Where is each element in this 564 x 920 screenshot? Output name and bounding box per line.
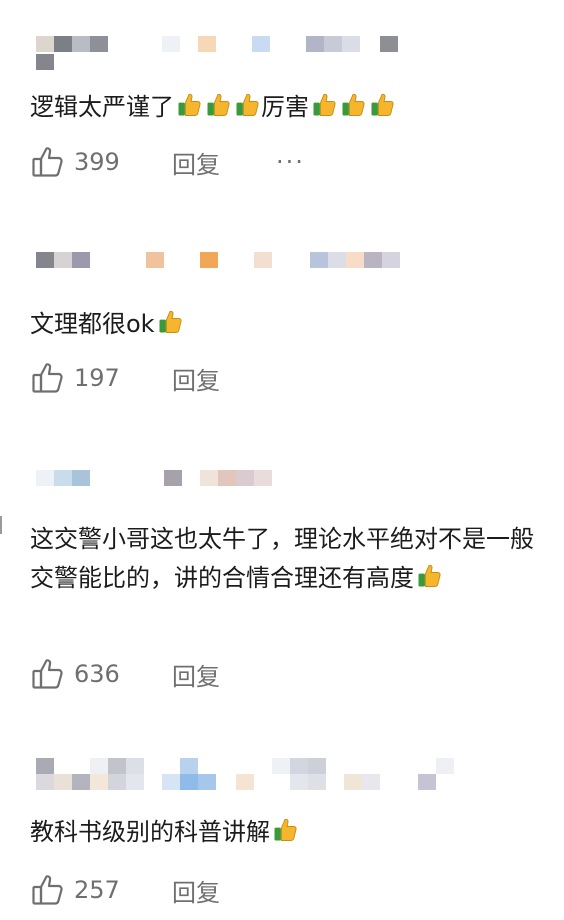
thumbs-up-outline-icon[interactable]	[30, 144, 66, 180]
reply-button[interactable]: 回复	[172, 361, 220, 396]
like-count[interactable]: 636	[74, 660, 158, 688]
scroll-edge-marker	[0, 516, 2, 534]
thumbs-up-emoji-icon	[368, 91, 396, 119]
comment-body: 逻辑太严谨了	[30, 93, 174, 121]
thumbs-up-outline-icon[interactable]	[30, 656, 66, 692]
comment-body-suffix: 厉害	[261, 93, 309, 121]
reply-button[interactable]: 回复	[172, 145, 220, 180]
thumbs-up-emoji-icon	[233, 91, 261, 119]
thumbs-up-emoji-icon	[175, 91, 203, 119]
like-count[interactable]: 257	[74, 876, 158, 904]
thumbs-up-emoji-icon	[339, 91, 367, 119]
reply-button[interactable]: 回复	[172, 873, 220, 908]
comment-text: 教科书级别的科普讲解	[30, 813, 540, 852]
comment-actions: 197 回复	[30, 358, 220, 398]
comment-text: 这交警小哥这也太牛了，理论水平绝对不是一般交警能比的，讲的合情合理还有高度	[30, 520, 540, 598]
thumbs-up-outline-icon[interactable]	[30, 872, 66, 908]
thumbs-up-emoji-icon	[310, 91, 338, 119]
like-count[interactable]: 399	[74, 148, 158, 176]
comment-actions: 636 回复	[30, 654, 220, 694]
thumbs-up-emoji-icon	[415, 562, 443, 590]
comment-text: 逻辑太严谨了 厉害	[30, 88, 540, 127]
reply-button[interactable]: 回复	[172, 657, 220, 692]
thumbs-up-outline-icon[interactable]	[30, 360, 66, 396]
comment-actions: 399 回复 ···	[30, 142, 305, 182]
comment-text: 文理都很ok	[30, 305, 540, 344]
thumbs-up-emoji-icon	[156, 308, 184, 336]
comment-body: 这交警小哥这也太牛了，理论水平绝对不是一般交警能比的，讲的合情合理还有高度	[30, 525, 534, 592]
like-count[interactable]: 197	[74, 364, 158, 392]
comment-body: 教科书级别的科普讲解	[30, 818, 270, 846]
thumbs-up-emoji-icon	[271, 816, 299, 844]
thumbs-up-emoji-icon	[204, 91, 232, 119]
comment-body: 文理都很ok	[30, 310, 155, 338]
comment-actions: 257 回复	[30, 870, 220, 910]
more-dots-icon[interactable]: ···	[276, 148, 305, 176]
